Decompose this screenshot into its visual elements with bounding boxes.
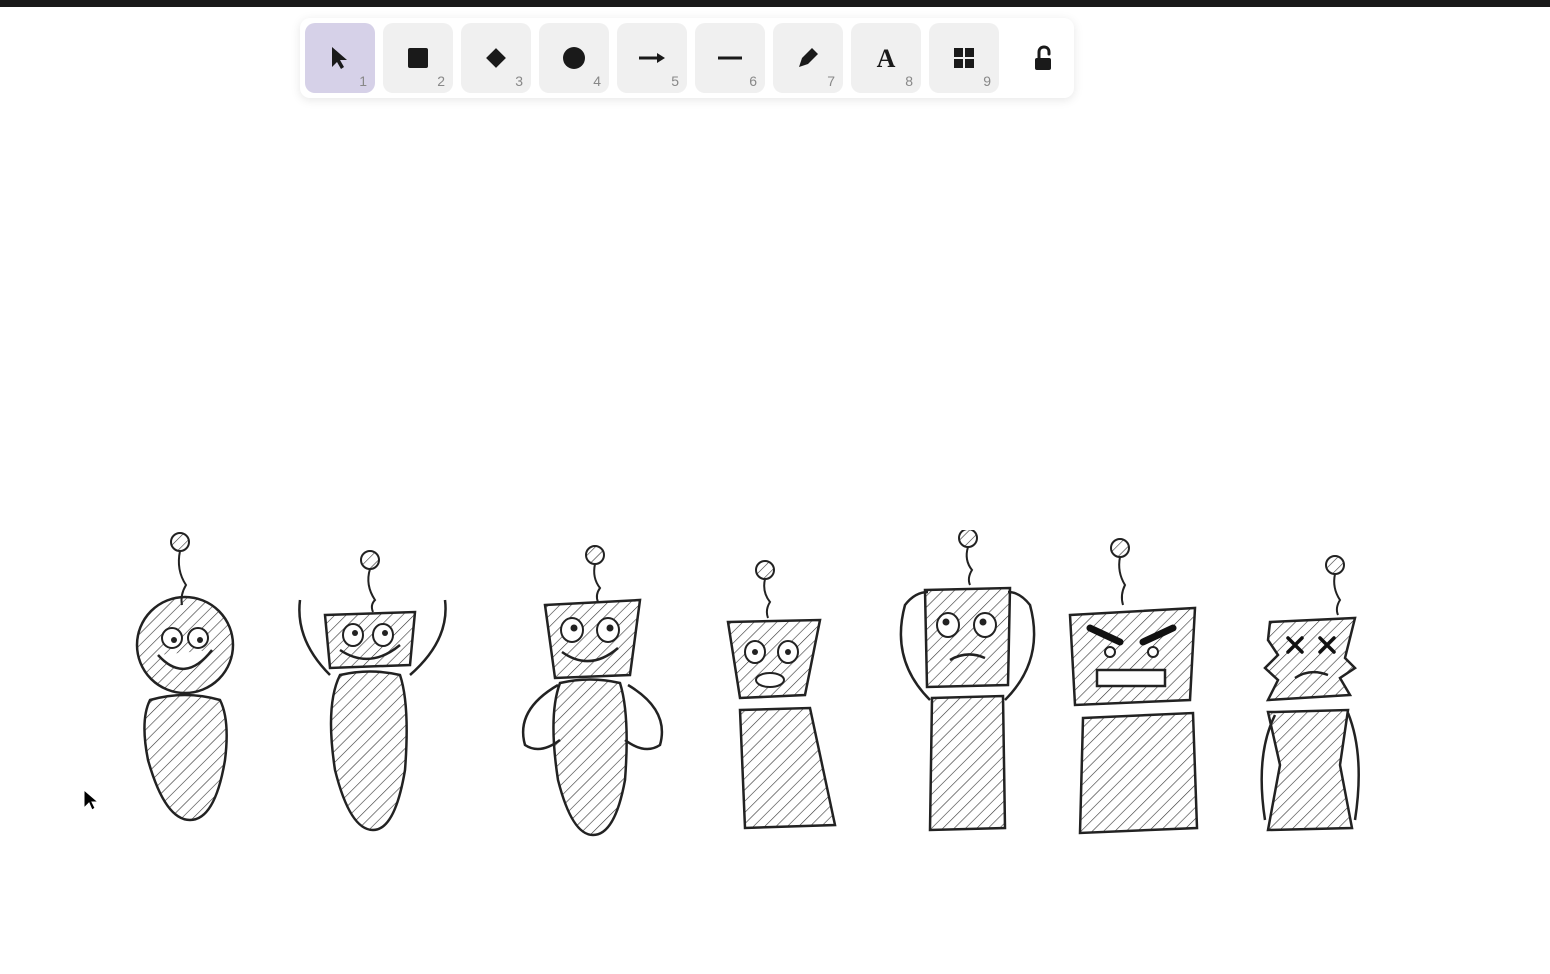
canvas[interactable] <box>0 100 1550 974</box>
selection-tool[interactable]: 1 <box>305 23 375 93</box>
pencil-icon <box>796 46 820 70</box>
draw-tool[interactable]: 7 <box>773 23 843 93</box>
tool-shortcut: 4 <box>593 73 601 89</box>
tool-shortcut: 9 <box>983 73 991 89</box>
line-tool[interactable]: 6 <box>695 23 765 93</box>
robot-happy-round <box>137 533 233 820</box>
grid-icon <box>952 46 976 70</box>
tool-shortcut: 6 <box>749 73 757 89</box>
pointer-icon <box>329 45 351 71</box>
text-tool[interactable]: A 8 <box>851 23 921 93</box>
diamond-icon <box>483 45 509 71</box>
unlock-icon <box>1031 44 1057 72</box>
lock-toggle[interactable] <box>1019 23 1069 93</box>
square-icon <box>406 46 430 70</box>
tool-shortcut: 2 <box>437 73 445 89</box>
circle-icon <box>561 45 587 71</box>
tool-shortcut: 1 <box>359 73 367 89</box>
tool-shortcut: 3 <box>515 73 523 89</box>
window-top-border <box>0 0 1550 7</box>
cursor-indicator <box>82 788 100 812</box>
robot-angry <box>1070 539 1197 833</box>
more-shapes-tool[interactable]: 9 <box>929 23 999 93</box>
ellipse-tool[interactable]: 4 <box>539 23 609 93</box>
drawing-robots <box>120 530 1460 850</box>
robot-broken <box>1262 556 1359 830</box>
arrow-tool[interactable]: 5 <box>617 23 687 93</box>
tool-shortcut: 7 <box>827 73 835 89</box>
tool-shortcut: 5 <box>671 73 679 89</box>
arrow-icon <box>637 51 667 65</box>
rectangle-tool[interactable]: 2 <box>383 23 453 93</box>
svg-text:A: A <box>877 45 896 71</box>
robot-joyful <box>299 551 445 830</box>
text-icon: A <box>873 45 899 71</box>
robot-surprised <box>728 561 835 828</box>
robot-hands-hips <box>523 546 662 835</box>
diamond-tool[interactable]: 3 <box>461 23 531 93</box>
tool-shortcut: 8 <box>905 73 913 89</box>
robot-worried <box>901 530 1034 830</box>
toolbar: 1 2 3 4 5 6 7 <box>300 18 1074 98</box>
line-icon <box>716 54 744 62</box>
